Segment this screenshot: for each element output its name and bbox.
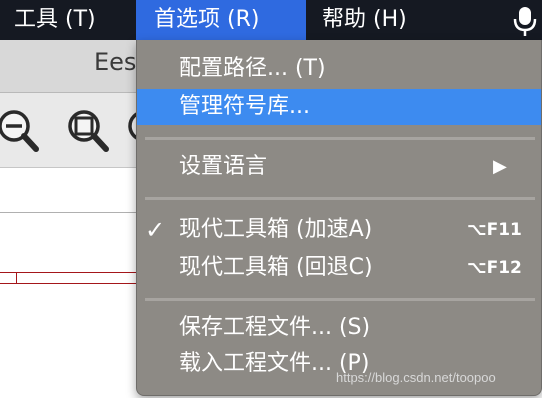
menu-item-label: 保存工程文件... (S) — [179, 315, 371, 340]
menu-item-shortcut: ⌥F11 — [467, 220, 522, 240]
menu-help[interactable]: 帮助 (H) — [322, 0, 407, 40]
menu-item-save-project[interactable]: 保存工程文件... (S) — [137, 310, 541, 346]
menu-item-shortcut: ⌥F12 — [467, 258, 522, 278]
preferences-dropdown: 配置路径... (T) 管理符号库... 设置语言 ▶ ✓ 现代工具箱 (加速A… — [136, 40, 542, 396]
menu-item-manage-symbol-libraries[interactable]: 管理符号库... — [137, 89, 541, 125]
submenu-arrow-icon: ▶ — [493, 156, 507, 177]
checkmark-icon: ✓ — [145, 216, 166, 244]
menu-item-label: 现代工具箱 (回退C) — [179, 255, 373, 280]
menu-item-set-language[interactable]: 设置语言 ▶ — [137, 149, 541, 185]
window-title: Ees — [94, 48, 137, 76]
menu-separator — [145, 298, 535, 301]
menu-item-config-paths[interactable]: 配置路径... (T) — [137, 51, 541, 87]
menu-item-label: 设置语言 — [179, 154, 268, 179]
menu-separator — [145, 197, 535, 200]
menu-item-modern-toolset-accelerated[interactable]: ✓ 现代工具箱 (加速A) ⌥F11 — [137, 212, 541, 248]
screen: 工具 (T) 首选项 (R) 帮助 (H) Ees 配置路径... (T) 管理… — [0, 0, 542, 398]
zoom-out-icon[interactable] — [0, 107, 44, 157]
menu-separator — [145, 137, 535, 140]
schematic-border — [0, 272, 140, 284]
schematic-border-tick — [16, 272, 17, 283]
menu-item-label: 现代工具箱 (加速A) — [179, 217, 373, 242]
watermark-text: https://blog.csdn.net/toopoo — [336, 370, 496, 385]
menu-bar: 工具 (T) 首选项 (R) 帮助 (H) — [0, 0, 542, 40]
menu-item-modern-toolset-fallback[interactable]: 现代工具箱 (回退C) ⌥F12 — [137, 250, 541, 286]
zoom-fit-icon[interactable] — [60, 107, 112, 157]
microphone-icon[interactable] — [508, 0, 542, 40]
menu-preferences[interactable]: 首选项 (R) — [136, 0, 306, 40]
menu-tools[interactable]: 工具 (T) — [14, 0, 96, 40]
canvas-line — [0, 212, 140, 213]
menu-item-label: 配置路径... (T) — [179, 56, 326, 81]
menu-item-label: 管理符号库... — [179, 94, 310, 119]
